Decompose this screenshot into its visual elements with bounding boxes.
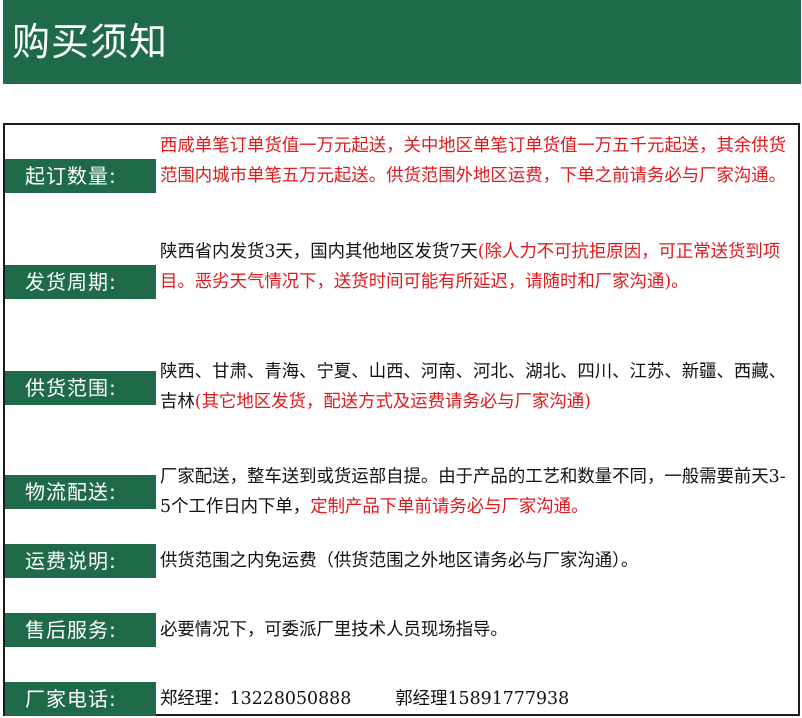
label-delivery-period: 发货周期: — [5, 265, 156, 299]
content-shipping-fee: 供货范围之内免运费（供货范围之外地区请务必与厂家沟通）。 — [160, 546, 794, 576]
order-quantity-red-text: 西咸单笔订单货值一万元起送，关中地区单笔订单货值一万五千元起送，其余供货范围内城… — [160, 136, 787, 186]
label-logistics: 物流配送: — [5, 475, 156, 509]
header-banner: 购买须知 — [3, 0, 801, 84]
page-title: 购买须知 — [12, 20, 169, 64]
label-order-quantity: 起订数量: — [5, 159, 156, 193]
delivery-period-text: 陕西省内发货3天，国内其他地区发货7天 — [160, 242, 478, 262]
label-phone: 厂家电话: — [5, 682, 156, 716]
content-order-quantity: 西咸单笔订单货值一万元起送，关中地区单笔订单货值一万五千元起送，其余供货范围内城… — [160, 131, 794, 191]
shipping-fee-text: 供货范围之内免运费（供货范围之外地区请务必与厂家沟通）。 — [160, 551, 639, 571]
content-phone: 郑经理：13228050888 郭经理15891777938 — [160, 684, 794, 714]
supply-area-red-text: (其它地区发货，配送方式及运费请务必与厂家沟通) — [194, 392, 591, 412]
logistics-red-text: 定制产品下单前请务必与厂家沟通。 — [310, 497, 589, 517]
content-after-sales: 必要情况下，可委派厂里技术人员现场指导。 — [160, 615, 794, 645]
after-sales-text: 必要情况下，可委派厂里技术人员现场指导。 — [160, 620, 508, 640]
contact-zheng: 郑经理：13228050888 — [160, 689, 352, 709]
content-logistics: 厂家配送，整车送到或货运部自提。由于产品的工艺和数量不同，一般需要前天3-5个工… — [160, 462, 794, 522]
content-supply-area: 陕西、甘肃、青海、宁夏、山西、河南、河北、湖北、四川、江苏、新疆、西藏、吉林(其… — [160, 357, 794, 417]
contact-guo: 郭经理15891777938 — [395, 689, 570, 709]
notice-panel: 起订数量: 西咸单笔订单货值一万元起送，关中地区单笔订单货值一万五千元起送，其余… — [3, 123, 800, 716]
label-supply-area: 供货范围: — [5, 371, 156, 405]
content-delivery-period: 陕西省内发货3天，国内其他地区发货7天(除人力不可抗拒原因，可正常送货到项目。恶… — [160, 237, 794, 297]
label-shipping-fee: 运费说明: — [5, 544, 156, 578]
label-after-sales: 售后服务: — [5, 613, 156, 647]
